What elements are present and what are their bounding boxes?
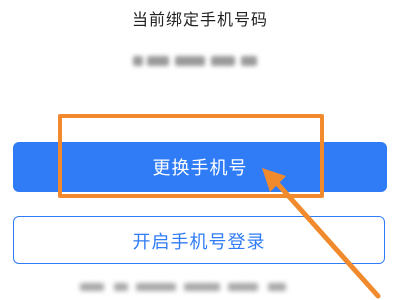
masked-phone-number (133, 52, 263, 70)
change-phone-button[interactable]: 更换手机号 (13, 142, 387, 192)
masked-footer-text (80, 280, 340, 294)
enable-phone-login-button[interactable]: 开启手机号登录 (13, 216, 385, 264)
page-title: 当前绑定手机号码 (131, 10, 268, 29)
phone-binding-screen: 当前绑定手机号码 更换手机号 开启手机号登录 (0, 0, 400, 300)
